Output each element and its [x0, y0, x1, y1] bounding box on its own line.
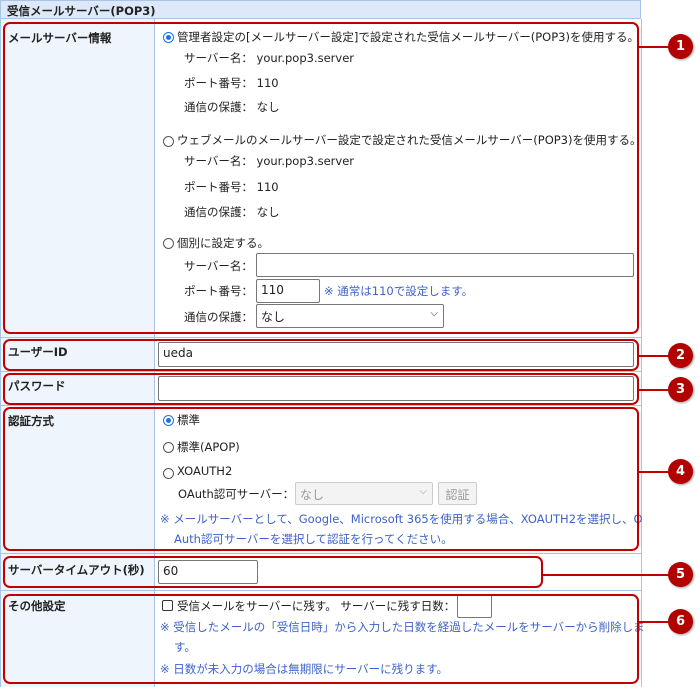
highlight-box-1 — [3, 22, 639, 334]
highlight-box-4 — [3, 407, 639, 551]
callout-line — [639, 389, 669, 391]
callout-line — [639, 46, 669, 48]
divider — [0, 371, 641, 372]
section-title: 受信メールサーバー(POP3) — [0, 0, 641, 19]
callout-line — [543, 574, 669, 576]
callout-3: 3 — [668, 377, 693, 402]
callout-2: 2 — [668, 343, 693, 368]
callout-5: 5 — [668, 562, 693, 587]
divider — [0, 405, 641, 406]
callout-line — [639, 621, 669, 623]
table-border — [641, 19, 642, 687]
highlight-box-2 — [3, 339, 639, 371]
callout-6: 6 — [668, 609, 693, 634]
highlight-box-6 — [3, 594, 639, 684]
divider — [0, 337, 641, 338]
callout-1: 1 — [668, 34, 693, 59]
callout-line — [639, 355, 669, 357]
divider — [0, 590, 641, 591]
callout-line — [639, 471, 669, 473]
divider — [0, 553, 641, 554]
highlight-box-5 — [3, 556, 543, 588]
callout-4: 4 — [668, 459, 693, 484]
highlight-box-3 — [3, 373, 639, 405]
